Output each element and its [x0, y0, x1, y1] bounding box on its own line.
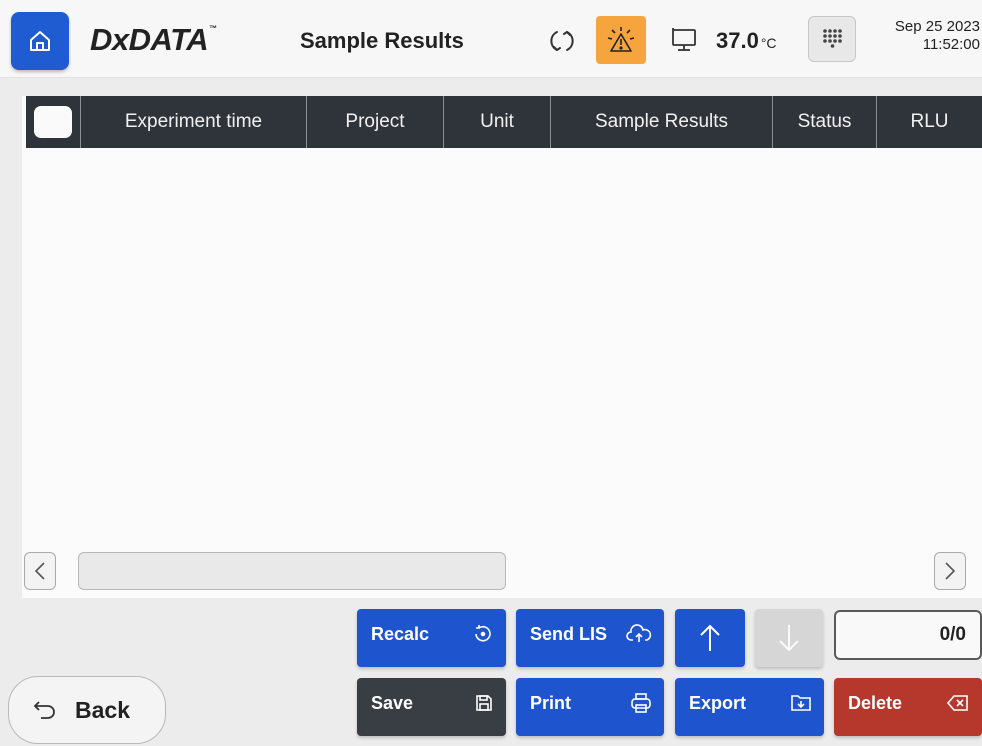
recalc-label: Recalc [371, 623, 430, 644]
scroll-left-button[interactable] [24, 552, 56, 590]
time-label: 11:52:00 [922, 36, 980, 53]
date-label: Sep 25 2023 [894, 18, 980, 35]
chevron-left-icon [34, 561, 46, 581]
delete-label: Delete [848, 692, 903, 713]
warning-icon [606, 26, 636, 54]
select-all-checkbox[interactable] [34, 106, 72, 138]
arrow-down-icon [777, 623, 801, 653]
home-icon [27, 28, 53, 54]
arrow-up-icon [698, 623, 722, 653]
move-down-button[interactable] [755, 609, 823, 667]
horizontal-scrollbar [22, 548, 982, 594]
column-header-status[interactable]: Status [773, 96, 877, 148]
back-arrow-icon [33, 699, 57, 721]
printer-icon [630, 692, 652, 714]
temperature-readout: 37.0 °C [716, 28, 777, 53]
folder-download-icon [790, 693, 812, 713]
recalc-icon [472, 623, 494, 645]
backspace-icon [946, 693, 970, 713]
table-body [26, 148, 982, 548]
keypad-button[interactable] [808, 16, 856, 62]
datetime: Sep 25 2023 11:52:00 [895, 18, 980, 54]
keypad-icon [821, 28, 843, 50]
column-header-sample-results[interactable]: Sample Results [551, 96, 773, 148]
send-lis-label: Send LIS [530, 623, 608, 644]
delete-button[interactable]: Delete [834, 678, 982, 736]
save-icon [474, 693, 494, 713]
column-header-project[interactable]: Project [307, 96, 444, 148]
export-button[interactable]: Export [675, 678, 824, 736]
table-header: Experiment time Project Unit Sample Resu… [26, 96, 982, 148]
home-button[interactable] [11, 12, 69, 70]
back-button[interactable]: Back [8, 676, 166, 744]
export-label: Export [689, 692, 747, 713]
column-header-rlu[interactable]: RLU [877, 96, 982, 148]
scroll-right-button[interactable] [934, 552, 966, 590]
send-lis-button[interactable]: Send LIS [516, 609, 664, 667]
app-logo: DxDATA™ [90, 22, 217, 57]
scrollbar-thumb[interactable] [78, 552, 506, 590]
cloud-upload-icon [626, 623, 652, 645]
alarm-button[interactable] [596, 16, 646, 64]
page-title: Sample Results [300, 28, 464, 53]
results-table: Experiment time Project Unit Sample Resu… [22, 96, 982, 598]
top-bar: DxDATA™ Sample Results 37.0 °C Sep 25 20… [0, 0, 982, 78]
save-label: Save [371, 692, 414, 713]
print-label: Print [530, 692, 572, 713]
move-up-button[interactable] [675, 609, 745, 667]
back-label: Back [75, 696, 130, 723]
save-button[interactable]: Save [357, 678, 506, 736]
column-header-unit[interactable]: Unit [444, 96, 551, 148]
column-header-experiment-time[interactable]: Experiment time [81, 96, 307, 148]
recalc-button[interactable]: Recalc [357, 609, 506, 667]
device-icon [669, 26, 699, 54]
page-counter: 0/0 [834, 610, 982, 660]
chevron-right-icon [944, 561, 956, 581]
print-button[interactable]: Print [516, 678, 664, 736]
select-all-cell [26, 96, 81, 148]
sync-icon[interactable] [548, 27, 576, 55]
